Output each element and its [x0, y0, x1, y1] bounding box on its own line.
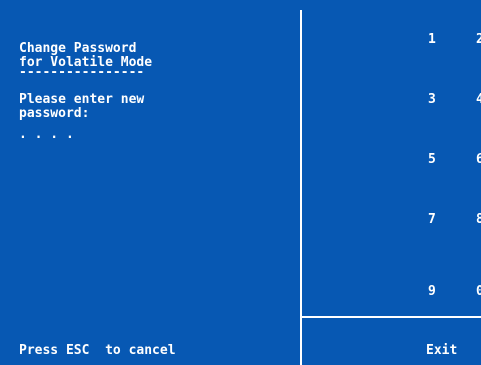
key-6-button[interactable]: 6: [476, 153, 481, 167]
vertical-divider: [300, 10, 302, 365]
password-prompt: Please enter new password:: [19, 93, 144, 121]
key-0-button[interactable]: 0: [476, 285, 481, 299]
password-dialog-panel: Change Password for Volatile Mode ------…: [0, 0, 300, 365]
cancel-hint: Press ESC to cancel: [19, 343, 176, 358]
prompt-line-2: password:: [19, 106, 90, 121]
key-3-button[interactable]: 3: [428, 93, 436, 107]
key-2-button[interactable]: 2: [476, 33, 481, 47]
key-9-button[interactable]: 9: [428, 285, 436, 299]
key-8-button[interactable]: 8: [476, 213, 481, 227]
prompt-line-1: Please enter new: [19, 92, 145, 107]
key-4-button[interactable]: 4: [476, 93, 481, 107]
title-underline: ----------------: [19, 65, 145, 80]
key-5-button[interactable]: 5: [428, 153, 436, 167]
key-7-button[interactable]: 7: [428, 213, 436, 227]
title-line-1: Change Password: [19, 41, 137, 56]
key-1-button[interactable]: 1: [428, 33, 436, 47]
password-input[interactable]: . . . .: [19, 128, 74, 142]
exit-button[interactable]: Exit: [426, 344, 457, 358]
horizontal-divider: [302, 316, 481, 318]
